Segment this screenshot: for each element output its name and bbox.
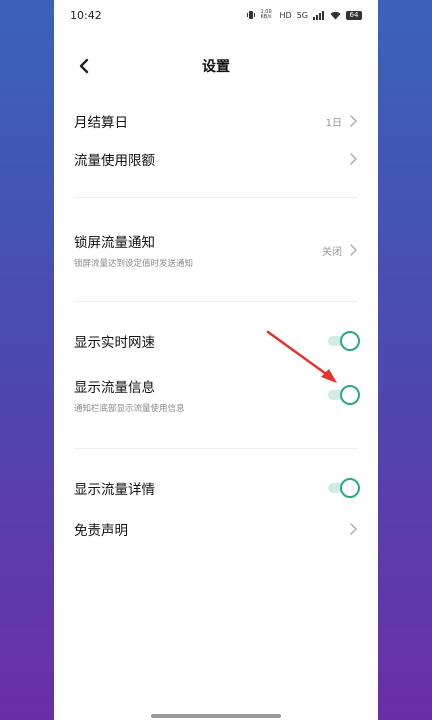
wifi-icon [330,11,341,19]
chevron-right-icon [350,153,357,165]
billing-day-label: 月结算日 [74,115,128,131]
traffic-info-row: 显示流量信息 通知栏底部显示流量使用信息 [54,373,378,417]
toggle-knob [340,478,360,498]
divider [74,448,358,449]
traffic-info-label: 显示流量信息 [74,380,155,396]
toggle-knob [340,331,360,351]
network-speed: 1.00 KB/s [260,9,272,20]
divider [74,301,358,302]
traffic-details-toggle[interactable] [328,478,360,498]
signal-icon [313,10,325,20]
lockscreen-notice-subtitle: 锁屏流量达到设定值时发送通知 [74,259,194,269]
chevron-right-icon [350,244,357,256]
traffic-info-subtitle: 通知栏底部显示流量使用信息 [74,404,185,414]
vibrate-icon [246,11,255,19]
traffic-info-toggle[interactable] [328,385,360,405]
back-button[interactable] [72,54,96,78]
traffic-details-row: 显示流量详情 [54,473,378,503]
realtime-speed-toggle[interactable] [328,331,360,351]
settings-screen: 10:42 1.00 KB/s HD 5G 64 设置 月结算日 1日 流量使用… [54,0,378,720]
chevron-left-icon [79,58,89,74]
status-bar: 10:42 1.00 KB/s HD 5G 64 [54,0,378,30]
lockscreen-notice-row[interactable]: 锁屏流量通知 锁屏流量达到设定值时发送通知 关闭 [54,228,378,272]
realtime-speed-row: 显示实时网速 [54,326,378,356]
cell-badge: 5G [296,10,308,20]
page-title: 设置 [202,59,230,75]
chevron-right-icon [350,115,357,127]
status-icons: 1.00 KB/s HD 5G 64 [246,10,362,20]
realtime-speed-label: 显示实时网速 [74,335,155,351]
lockscreen-notice-label: 锁屏流量通知 [74,235,155,251]
home-indicator[interactable] [151,714,281,718]
hd-badge: HD [279,10,292,20]
status-time: 10:42 [70,8,102,22]
billing-day-value: 1日 [325,117,342,129]
nav-bar: 设置 [54,46,378,86]
battery-icon: 64 [346,10,362,20]
toggle-knob [340,385,360,405]
data-limit-row[interactable]: 流量使用限额 [54,143,378,175]
disclaimer-row[interactable]: 免责声明 [54,513,378,545]
lockscreen-notice-value: 关闭 [322,246,342,258]
divider [74,197,358,198]
traffic-details-label: 显示流量详情 [74,482,155,498]
disclaimer-label: 免责声明 [74,523,128,539]
chevron-right-icon [350,523,357,535]
billing-day-row[interactable]: 月结算日 1日 [54,105,378,137]
data-limit-label: 流量使用限额 [74,153,155,169]
